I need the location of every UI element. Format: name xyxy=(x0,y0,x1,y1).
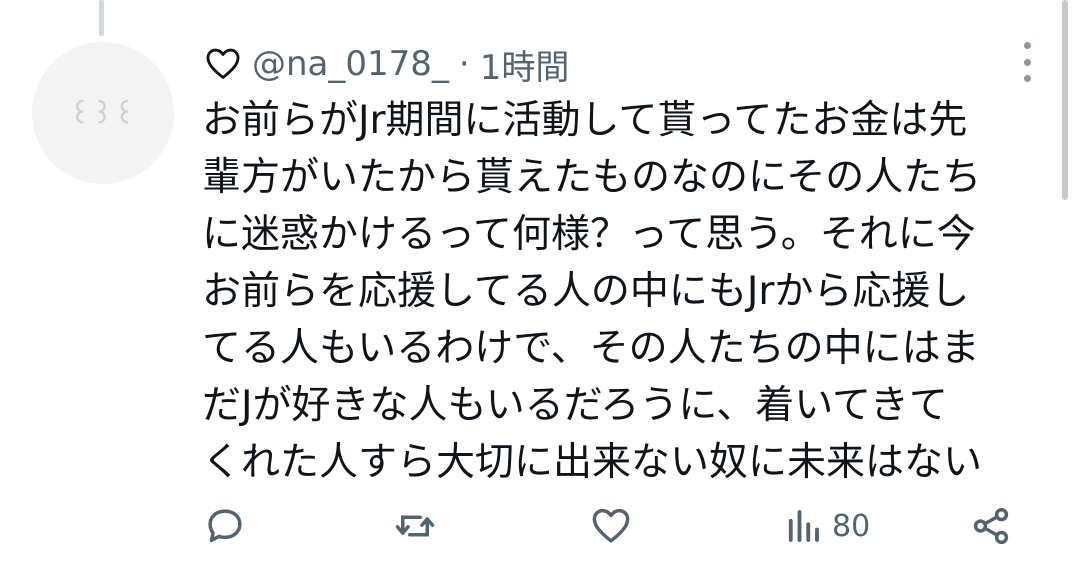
avatar-image: ꒰꒱꒰ xyxy=(69,100,137,130)
tweet-text-line: お前らがJr期間に活動して貰ってたお金は先 xyxy=(202,98,968,143)
heart-icon xyxy=(206,48,240,79)
tweet-text-line: お前らを応援してる人の中にもJrから応援し xyxy=(202,269,970,314)
tweet-text-line: てる人もいるわけで、その人たちの中にはま xyxy=(202,326,980,371)
tweet-text-line: くれた人すら大切に出来ない奴に未来はない xyxy=(202,440,983,485)
tweet-text-line: 輩方がいたから貰えたものなのにその人たち xyxy=(202,155,982,200)
username[interactable]: @na_0178_ xyxy=(252,44,449,84)
reply-icon xyxy=(208,509,242,543)
tweet-actions-bar: 80 xyxy=(204,502,1024,550)
retweet-button[interactable] xyxy=(394,502,436,550)
reply-button[interactable] xyxy=(204,502,246,550)
scrollbar[interactable] xyxy=(1062,0,1068,200)
retweet-icon xyxy=(395,515,435,537)
like-button[interactable] xyxy=(590,502,632,550)
avatar[interactable]: ꒰꒱꒰ xyxy=(32,42,174,184)
thread-connector-line xyxy=(99,0,104,36)
more-vertical-icon[interactable] xyxy=(1014,42,1040,82)
tweet-text: お前らがJr期間に活動して貰ってたお金は先 輩方がいたから貰えたものなのにその人… xyxy=(202,92,1052,491)
tweet-header: @na_0178_ · 1時間 xyxy=(204,40,569,88)
tweet-text-line: だJが好きな人もいるだろうに、着いてきて xyxy=(202,383,948,428)
tweet-text-line: に迷惑かけるって何様？って思う。それに今 xyxy=(202,212,976,257)
header-separator: · xyxy=(458,44,470,84)
share-button[interactable] xyxy=(970,502,1012,550)
like-icon xyxy=(592,508,630,543)
share-icon xyxy=(973,507,1009,545)
views-icon xyxy=(788,510,819,542)
views-button[interactable]: 80 xyxy=(782,502,870,550)
timestamp[interactable]: 1時間 xyxy=(480,40,570,89)
views-count: 80 xyxy=(832,508,871,544)
